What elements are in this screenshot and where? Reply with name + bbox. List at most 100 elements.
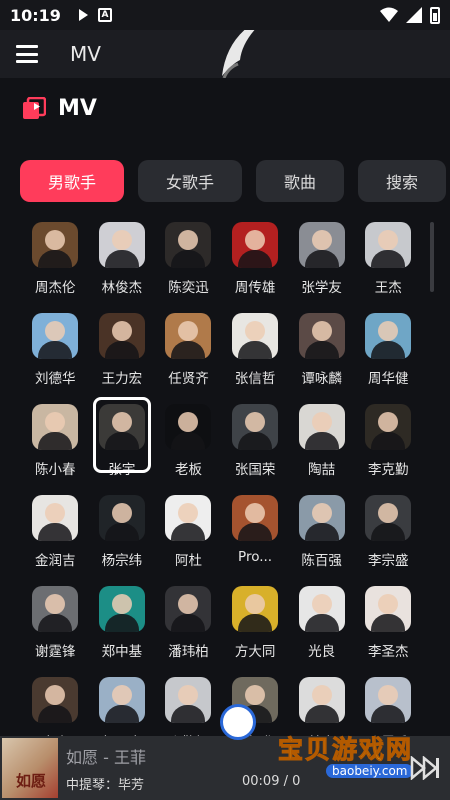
category-tabs: 男歌手 女歌手 歌曲 搜索 — [20, 160, 450, 202]
section-header: MV — [22, 96, 97, 121]
artist-avatar[interactable] — [165, 677, 212, 723]
artist-name: 谢霆锋 — [35, 644, 76, 660]
artist-item[interactable]: 郑中基 — [89, 586, 156, 660]
wifi-icon — [380, 7, 398, 22]
artist-avatar[interactable] — [298, 404, 345, 450]
artist-name: 王杰 — [374, 280, 402, 296]
artist-avatar[interactable] — [32, 586, 79, 632]
artist-avatar[interactable] — [98, 313, 145, 359]
artist-item[interactable]: 李圣杰 — [355, 586, 422, 660]
artist-name: 林俊杰 — [101, 280, 143, 296]
artist-item[interactable]: 刘德华 — [22, 313, 89, 387]
menu-icon[interactable] — [16, 45, 38, 63]
artist-item[interactable]: 陈百强 — [288, 495, 355, 569]
artist-item[interactable]: 周华健 — [355, 313, 422, 387]
artist-item[interactable]: 陈奕迅 — [155, 222, 222, 296]
artist-avatar[interactable] — [165, 313, 212, 359]
artist-name: 任贤齐 — [168, 371, 209, 387]
artist-name: Pro... — [238, 549, 273, 565]
scrollbar[interactable] — [430, 222, 434, 292]
artist-name: 陈百强 — [301, 553, 342, 569]
artist-avatar[interactable] — [32, 404, 79, 450]
artist-item[interactable]: 阿杜 — [155, 495, 222, 569]
artist-item[interactable]: 张宇 — [89, 397, 156, 478]
artist-avatar[interactable] — [298, 313, 345, 359]
artist-name: 方大同 — [234, 644, 276, 660]
tab-female-singers[interactable]: 女歌手 — [138, 160, 242, 202]
battery-icon — [430, 6, 440, 24]
artist-avatar[interactable] — [365, 677, 412, 723]
artist-item[interactable]: 林俊杰 — [89, 222, 156, 296]
artist-avatar[interactable] — [98, 677, 145, 723]
artist-item[interactable]: 光良 — [288, 586, 355, 660]
artist-item[interactable]: 张学友 — [288, 222, 355, 296]
artist-avatar[interactable] — [298, 586, 345, 632]
artist-avatar[interactable] — [32, 222, 79, 268]
artist-name: 老板 — [174, 462, 202, 478]
artist-item[interactable]: 谢霆锋 — [22, 586, 89, 660]
artist-avatar[interactable] — [365, 586, 412, 632]
artist-item[interactable]: 张信哲 — [222, 313, 289, 387]
artist-grid: 周杰伦 林俊杰 陈奕迅 周传雄 张学友 王杰刘德华 王力宏 任贤齐 张信哲 谭咏麟 周华健陈小春 张宇… — [22, 222, 422, 751]
artist-name: 潘玮柏 — [168, 644, 209, 660]
artist-avatar[interactable] — [165, 404, 212, 450]
header-decoration-icon — [222, 30, 255, 78]
artist-name: 李宗盛 — [368, 553, 409, 569]
artist-avatar[interactable] — [98, 404, 145, 450]
artist-item[interactable]: 潘玮柏 — [155, 586, 222, 660]
artist-item[interactable]: 谭咏麟 — [288, 313, 355, 387]
artist-item[interactable]: 金润吉 — [22, 495, 89, 569]
artist-avatar[interactable] — [232, 313, 279, 359]
artist-avatar[interactable] — [232, 586, 279, 632]
artist-name: 阿杜 — [174, 553, 202, 569]
artist-avatar[interactable] — [232, 404, 279, 450]
artist-name: 郑中基 — [101, 644, 143, 660]
artist-avatar[interactable] — [365, 404, 412, 450]
artist-avatar[interactable] — [165, 586, 212, 632]
artist-item[interactable]: 李克勤 — [355, 404, 422, 478]
artist-name: 陈奕迅 — [168, 280, 209, 296]
artist-avatar[interactable] — [165, 495, 212, 541]
artist-item[interactable]: 杨宗纬 — [89, 495, 156, 569]
artist-item[interactable]: 任贤齐 — [155, 313, 222, 387]
artist-item[interactable]: 张国荣 — [222, 404, 289, 478]
artist-item[interactable]: 王杰 — [355, 222, 422, 296]
artist-avatar[interactable] — [298, 677, 345, 723]
player-bar[interactable]: 如愿 如愿 - 王菲 中提琴：毕芳 00:09 / 0 宝贝游戏网 baobei… — [0, 704, 450, 800]
artist-avatar[interactable] — [32, 677, 79, 723]
artist-item[interactable]: Pro... — [222, 495, 289, 569]
artist-avatar[interactable] — [298, 495, 345, 541]
artist-item[interactable]: 老板 — [155, 404, 222, 478]
next-track-icon[interactable] — [410, 756, 440, 780]
artist-avatar[interactable] — [365, 313, 412, 359]
artist-name: 王力宏 — [101, 371, 143, 387]
album-cover[interactable]: 如愿 — [2, 738, 58, 798]
artist-avatar[interactable] — [365, 495, 412, 541]
watermark-text: 宝贝游戏网 — [277, 735, 414, 765]
artist-name: 周华健 — [368, 371, 409, 387]
artist-item[interactable]: 李宗盛 — [355, 495, 422, 569]
tab-search[interactable]: 搜索 — [358, 160, 446, 202]
artist-avatar[interactable] — [232, 495, 279, 541]
tab-male-singers[interactable]: 男歌手 — [20, 160, 124, 202]
artist-avatar[interactable] — [298, 222, 345, 268]
artist-name: 谭咏麟 — [301, 371, 342, 387]
app-notification-icon: A — [97, 8, 112, 22]
artist-avatar[interactable] — [98, 222, 145, 268]
artist-avatar[interactable] — [98, 586, 145, 632]
artist-item[interactable]: 方大同 — [222, 586, 289, 660]
artist-avatar[interactable] — [32, 313, 79, 359]
artist-item[interactable]: 陈小春 — [22, 404, 89, 478]
artist-avatar[interactable] — [165, 222, 212, 268]
artist-avatar[interactable] — [365, 222, 412, 268]
artist-item[interactable]: 周传雄 — [222, 222, 289, 296]
artist-name: 金润吉 — [35, 553, 76, 569]
artist-item[interactable]: 陶喆 — [288, 404, 355, 478]
artist-avatar[interactable] — [32, 495, 79, 541]
artist-avatar[interactable] — [232, 222, 279, 268]
artist-item[interactable]: 周杰伦 — [22, 222, 89, 296]
artist-avatar[interactable] — [98, 495, 145, 541]
tab-songs[interactable]: 歌曲 — [256, 160, 344, 202]
artist-name: 李圣杰 — [368, 644, 409, 660]
artist-item[interactable]: 王力宏 — [89, 313, 156, 387]
